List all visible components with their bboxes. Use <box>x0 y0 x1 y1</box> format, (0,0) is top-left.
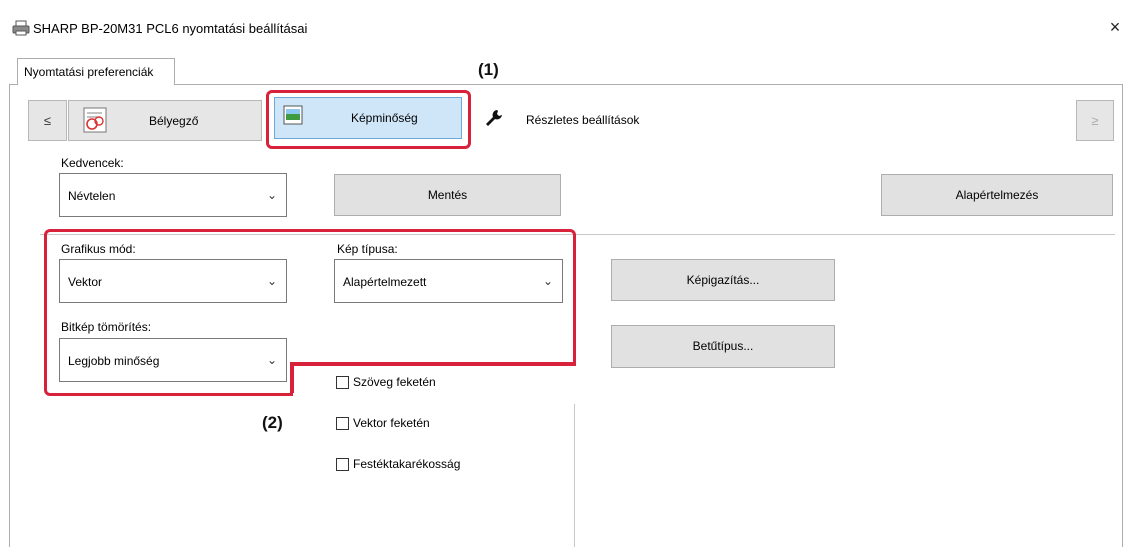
tab-printing-preferences[interactable]: Nyomtatási preferenciák <box>17 58 175 85</box>
wrench-icon <box>486 110 502 126</box>
image-adjust-button[interactable]: Képigazítás... <box>611 259 835 301</box>
callout-highlight-2-step <box>290 362 294 393</box>
font-button[interactable]: Betűtípus... <box>611 325 835 368</box>
checkbox-vector-black-label: Vektor feketén <box>353 416 430 430</box>
checkbox-box[interactable] <box>336 416 349 430</box>
default-button[interactable]: Alapértelmezés <box>881 174 1113 216</box>
callout-highlight-2-edge <box>293 362 576 366</box>
close-button[interactable]: × <box>1106 17 1124 39</box>
printer-icon <box>12 20 30 36</box>
checkbox-box[interactable] <box>336 375 349 389</box>
favorites-label: Kedvencek: <box>61 156 124 170</box>
save-button[interactable]: Mentés <box>334 174 561 216</box>
callout-label-2: (2) <box>262 413 283 432</box>
favorites-value: Névtelen <box>68 189 116 203</box>
checkbox-toner-save[interactable]: Festéktakarékosság <box>336 457 460 471</box>
callout-label-1: (1) <box>478 60 499 79</box>
nav-stamp-button[interactable]: Bélyegző <box>68 100 262 141</box>
nav-prev-button[interactable]: ≤ <box>28 100 67 141</box>
checkbox-box[interactable] <box>336 457 349 471</box>
nav-next-button[interactable]: ≥ <box>1076 100 1114 141</box>
checkbox-toner-save-label: Festéktakarékosság <box>353 457 461 471</box>
chevron-down-icon: ⌄ <box>266 188 277 202</box>
checkbox-text-black[interactable]: Szöveg feketén <box>336 375 436 389</box>
nav-detailed-settings-label: Részletes beállítások <box>526 113 640 127</box>
stamp-icon <box>83 107 107 133</box>
checkbox-vector-black[interactable]: Vektor feketén <box>336 416 430 430</box>
nav-detailed-settings-button[interactable]: Részletes beállítások <box>478 100 660 141</box>
nav-stamp-label: Bélyegző <box>149 114 199 128</box>
checkbox-text-black-label: Szöveg feketén <box>353 375 436 389</box>
favorites-dropdown[interactable]: Névtelen ⌄ <box>59 173 287 217</box>
callout-highlight-1 <box>266 90 471 149</box>
window-title: SHARP BP-20M31 PCL6 nyomtatási beállítás… <box>33 21 308 36</box>
